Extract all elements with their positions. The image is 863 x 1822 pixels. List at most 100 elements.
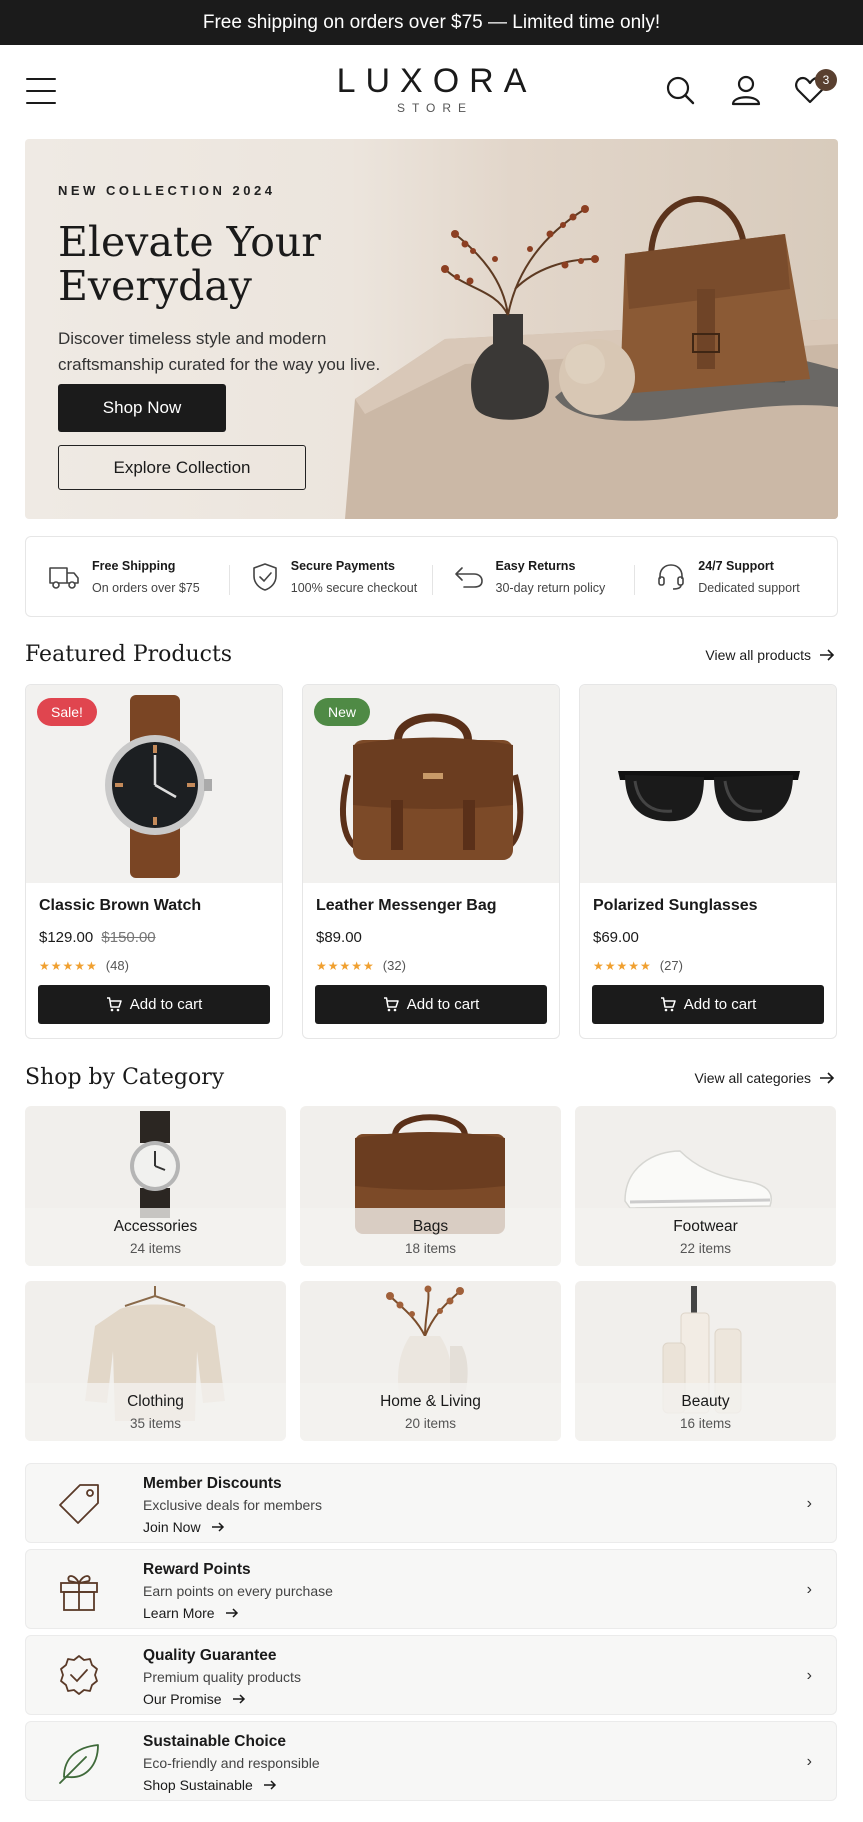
category-count: 22 items (679, 1241, 732, 1256)
arrow-right-icon (232, 1694, 245, 1704)
category-card-bags[interactable]: Bags 18 items (300, 1106, 561, 1266)
arrow-right-icon (263, 1780, 276, 1790)
sunglasses-image (618, 771, 800, 822)
benefit-link-label: Our Promise (143, 1691, 222, 1707)
category-name: Bags (412, 1218, 449, 1235)
add-to-cart-button[interactable]: Add to cart (592, 985, 824, 1024)
benefit-link[interactable]: Learn More (143, 1605, 239, 1621)
arrow-right-icon (225, 1608, 238, 1618)
view-all-products-link[interactable]: View all products (705, 647, 835, 663)
leaf-icon (59, 1744, 99, 1784)
cart-icon (383, 997, 399, 1012)
add-to-cart-button[interactable]: Add to cart (315, 985, 547, 1024)
feature-secure-payments: Secure Payments 100% secure checkout (228, 559, 432, 595)
shield-check-icon (252, 562, 277, 591)
category-count: 20 items (404, 1416, 457, 1431)
feature-support: 24/7 Support Dedicated support (634, 559, 837, 595)
benefit-subtitle: Premium quality products (143, 1669, 301, 1685)
chevron-right-icon: › (806, 1495, 812, 1512)
product-name[interactable]: Classic Brown Watch (39, 897, 282, 915)
category-count: 18 items (404, 1241, 457, 1256)
rating-stars-icon: ★★★★★ (316, 958, 375, 973)
category-name: Accessories (113, 1218, 198, 1235)
feature-subtitle: Dedicated support (698, 580, 800, 595)
badge-check-icon (60, 1655, 98, 1695)
category-name: Footwear (673, 1218, 738, 1235)
gift-icon (60, 1575, 98, 1611)
arrow-right-icon (211, 1522, 224, 1532)
hero-title-line2: Everyday (58, 262, 252, 310)
current-price: $69.00 (593, 929, 639, 946)
category-card-home-living[interactable]: Home & Living 20 items (300, 1281, 561, 1441)
old-price: $150.00 (101, 929, 156, 946)
explore-collection-button[interactable]: Explore Collection (58, 445, 306, 490)
feature-easy-returns: Easy Returns 30-day return policy (431, 559, 635, 595)
review-count: (48) (105, 958, 129, 973)
truck-icon (49, 566, 79, 589)
cart-icon (106, 997, 122, 1012)
search-icon[interactable] (664, 74, 696, 106)
product-rating: ★★★★★ (32) (316, 958, 559, 973)
chevron-right-icon: › (806, 1581, 812, 1598)
view-all-categories-link[interactable]: View all categories (695, 1070, 835, 1086)
benefit-quality-guarantee[interactable]: Quality Guarantee Premium quality produc… (25, 1635, 837, 1715)
product-card[interactable]: New Leather Messenger Bag $89.00 ★★★★★ (3… (302, 684, 560, 1039)
category-name: Clothing (127, 1393, 184, 1410)
category-card-beauty[interactable]: Beauty 16 items (575, 1281, 836, 1441)
benefit-sustainable-choice[interactable]: Sustainable Choice Eco-friendly and resp… (25, 1721, 837, 1801)
feature-free-shipping: Free Shipping On orders over $75 (26, 559, 229, 595)
hero-description: Discover timeless style and modern craft… (58, 329, 381, 374)
product-image[interactable]: New (303, 685, 559, 883)
product-rating: ★★★★★ (27) (593, 958, 836, 973)
benefit-subtitle: Earn points on every purchase (143, 1583, 333, 1599)
cart-icon (660, 997, 676, 1012)
product-name[interactable]: Leather Messenger Bag (316, 897, 559, 915)
category-card-clothing[interactable]: Clothing 35 items (25, 1281, 286, 1441)
category-count: 16 items (679, 1416, 732, 1431)
chevron-right-icon: › (806, 1667, 812, 1684)
benefit-link-label: Join Now (143, 1519, 201, 1535)
product-card[interactable]: Sale! Classic Brown Watch $129.00 $150.0… (25, 684, 283, 1039)
product-name[interactable]: Polarized Sunglasses (593, 897, 836, 915)
benefit-link[interactable]: Shop Sustainable (143, 1777, 277, 1793)
benefit-subtitle: Exclusive deals for members (143, 1497, 322, 1513)
hero-title-line1: Elevate Your (58, 218, 321, 266)
add-to-cart-button[interactable]: Add to cart (38, 985, 270, 1024)
product-card[interactable]: Polarized Sunglasses $69.00 ★★★★★ (27) Ad… (579, 684, 837, 1039)
account-icon[interactable] (730, 74, 762, 106)
sale-badge: Sale! (37, 698, 97, 726)
product-image[interactable] (580, 685, 836, 883)
current-price: $129.00 (39, 929, 94, 946)
category-count: 24 items (129, 1241, 182, 1256)
product-image[interactable]: Sale! (26, 685, 282, 883)
feature-subtitle: On orders over $75 (92, 580, 200, 595)
arrow-right-icon (820, 649, 835, 661)
benefit-member-discounts[interactable]: Member Discounts Exclusive deals for mem… (25, 1463, 837, 1543)
new-badge: New (314, 698, 371, 726)
view-all-categories-label: View all categories (694, 1070, 811, 1086)
category-card-accessories[interactable]: Accessories 24 items (25, 1106, 286, 1266)
product-rating: ★★★★★ (48) (39, 958, 282, 973)
shop-now-button[interactable]: Shop Now (58, 384, 226, 432)
benefit-title: Sustainable Choice (143, 1733, 286, 1750)
benefit-link-label: Learn More (143, 1605, 215, 1621)
benefit-subtitle: Eco-friendly and responsible (143, 1755, 320, 1771)
shop-by-category-title: Shop by Category (25, 1065, 225, 1090)
rating-stars-icon: ★★★★★ (39, 958, 98, 973)
benefit-link[interactable]: Our Promise (143, 1691, 246, 1707)
view-all-products-label: View all products (705, 647, 811, 663)
add-to-cart-label: Add to cart (406, 996, 480, 1013)
benefit-title: Quality Guarantee (143, 1647, 277, 1664)
category-card-footwear[interactable]: Footwear 22 items (575, 1106, 836, 1266)
benefit-title: Member Discounts (143, 1475, 282, 1492)
return-arrow-icon (454, 566, 483, 588)
hero-eyebrow: NEW COLLECTION 2024 (58, 183, 276, 198)
arrow-right-icon (820, 1072, 835, 1084)
hero-title: Elevate Your Everyday (58, 220, 418, 308)
feature-subtitle: 100% secure checkout (290, 580, 418, 595)
headset-icon (658, 563, 685, 590)
add-to-cart-label: Add to cart (683, 996, 757, 1013)
benefit-link[interactable]: Join Now (143, 1519, 225, 1535)
product-price: $89.00 (316, 929, 559, 946)
benefit-reward-points[interactable]: Reward Points Earn points on every purch… (25, 1549, 837, 1629)
